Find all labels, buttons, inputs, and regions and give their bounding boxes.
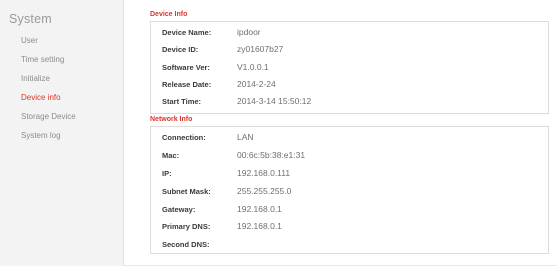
info-row: Device ID: zy01607b27 — [151, 42, 548, 59]
info-row: Software Ver: V1.0.0.1 — [151, 60, 548, 77]
ip-label: IP: — [162, 169, 172, 178]
info-row: Device Name: ipdoor — [151, 25, 548, 42]
sidebar-title: System — [9, 12, 52, 26]
info-row: Subnet Mask: 255.255.255.0 — [151, 184, 548, 201]
device-name-value: ipdoor — [237, 27, 261, 37]
info-row: Mac: 00:6c:5b:38:e1:31 — [151, 148, 548, 165]
mac-value: 00:6c:5b:38:e1:31 — [237, 150, 306, 160]
sidebar-item-user[interactable]: User — [21, 36, 38, 45]
device-id-label: Device ID: — [162, 45, 199, 54]
software-ver-label: Software Ver: — [162, 63, 210, 72]
device-info-title: Device Info — [150, 11, 188, 18]
device-info-page: System User Time setting Initialize Devi… — [0, 0, 557, 266]
info-row: Release Date: 2014-2-24 — [151, 77, 548, 94]
sidebar-item-system-log[interactable]: System log — [21, 131, 61, 140]
start-time-value: 2014-3-14 15:50:12 — [237, 96, 312, 106]
info-row: Primary DNS: 192.168.0.1 — [151, 219, 548, 236]
primary-dns-value: 192.168.0.1 — [237, 221, 282, 231]
device-name-label: Device Name: — [162, 28, 212, 37]
sidebar: System User Time setting Initialize Devi… — [0, 0, 124, 266]
network-info-panel: Connection: LAN Mac: 00:6c:5b:38:e1:31 I… — [150, 126, 549, 254]
info-row: Second DNS: — [151, 237, 548, 254]
mac-label: Mac: — [162, 151, 180, 160]
sidebar-item-storage-device[interactable]: Storage Device — [21, 112, 76, 121]
device-id-value: zy01607b27 — [237, 44, 284, 54]
subnet-mask-value: 255.255.255.0 — [237, 186, 292, 196]
gateway-label: Gateway: — [162, 205, 196, 214]
info-row: IP: 192.168.0.111 — [151, 166, 548, 183]
release-date-value: 2014-2-24 — [237, 79, 276, 89]
subnet-mask-label: Subnet Mask: — [162, 187, 211, 196]
device-info-panel: Device Name: ipdoor Device ID: zy01607b2… — [150, 21, 549, 114]
connection-label: Connection: — [162, 133, 206, 142]
network-info-title: Network Info — [150, 116, 193, 123]
sidebar-item-device-info[interactable]: Device info — [21, 93, 61, 102]
software-ver-value: V1.0.0.1 — [237, 62, 269, 72]
ip-value: 192.168.0.111 — [237, 168, 291, 178]
sidebar-item-time-setting[interactable]: Time setting — [21, 55, 64, 64]
second-dns-label: Second DNS: — [162, 240, 210, 249]
info-row: Gateway: 192.168.0.1 — [151, 202, 548, 219]
info-row: Start Time: 2014-3-14 15:50:12 — [151, 94, 548, 111]
sidebar-item-initialize[interactable]: Initialize — [21, 74, 50, 83]
release-date-label: Release Date: — [162, 80, 212, 89]
start-time-label: Start Time: — [162, 97, 202, 106]
gateway-value: 192.168.0.1 — [237, 204, 282, 214]
connection-value: LAN — [237, 132, 254, 142]
info-row: Connection: LAN — [151, 130, 548, 147]
primary-dns-label: Primary DNS: — [162, 222, 211, 231]
